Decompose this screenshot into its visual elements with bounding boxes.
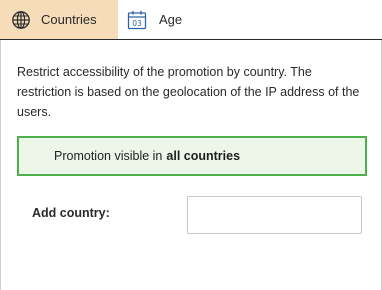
tab-age-label: Age (159, 12, 183, 27)
tab-countries-label: Countries (41, 12, 97, 27)
calendar-icon-day: 03 (132, 19, 142, 28)
restriction-description: Restrict accessibility of the promotion … (17, 65, 360, 119)
add-country-label: Add country: (32, 206, 110, 220)
visibility-notice-emphasis: all countries (166, 149, 241, 163)
tab-bar: Countries 03 Age (0, 0, 382, 40)
promotion-restriction-panel: Countries 03 Age Restrict accessibility … (0, 0, 382, 290)
add-country-input[interactable] (187, 196, 362, 234)
countries-panel: Restrict accessibility of the promotion … (0, 40, 382, 290)
tab-countries[interactable]: Countries (0, 0, 118, 39)
visibility-notice: Promotion visible in all countries (17, 136, 367, 176)
tab-age[interactable]: 03 Age (118, 0, 198, 39)
globe-icon (11, 10, 31, 30)
visibility-notice-prefix: Promotion visible in (54, 149, 163, 163)
calendar-icon: 03 (127, 10, 147, 30)
